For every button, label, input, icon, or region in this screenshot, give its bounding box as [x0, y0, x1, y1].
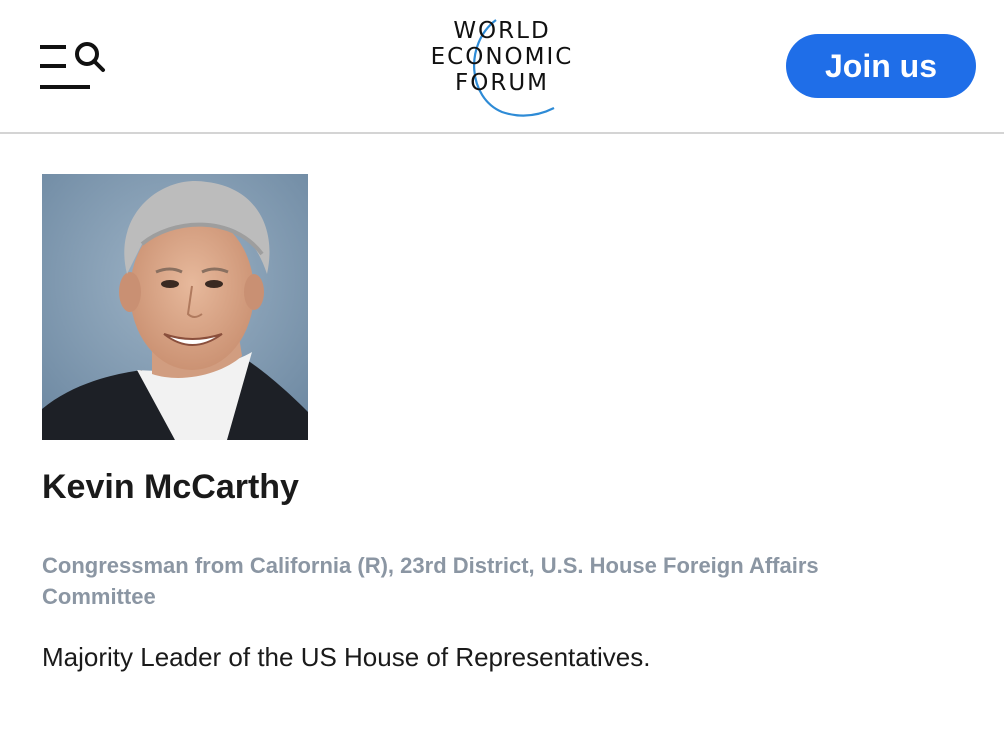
menu-search-button[interactable]	[38, 40, 108, 92]
logo-line-3: FORUM	[455, 70, 549, 96]
search-icon	[75, 42, 105, 72]
profile-photo	[42, 174, 308, 440]
join-us-button[interactable]: Join us	[786, 34, 976, 98]
logo-line-2: ECONOMIC	[430, 44, 574, 70]
wef-logo[interactable]: WORLD ECONOMIC FORUM	[412, 14, 592, 122]
logo-line-1: WORLD	[453, 18, 551, 44]
profile-name: Kevin McCarthy	[42, 468, 299, 506]
profile-title: Congressman from California (R), 23rd Di…	[42, 553, 819, 609]
profile-bio: Majority Leader of the US House of Repre…	[42, 642, 651, 672]
portrait-image	[42, 174, 308, 440]
site-header: WORLD ECONOMIC FORUM Join us	[0, 0, 1004, 134]
